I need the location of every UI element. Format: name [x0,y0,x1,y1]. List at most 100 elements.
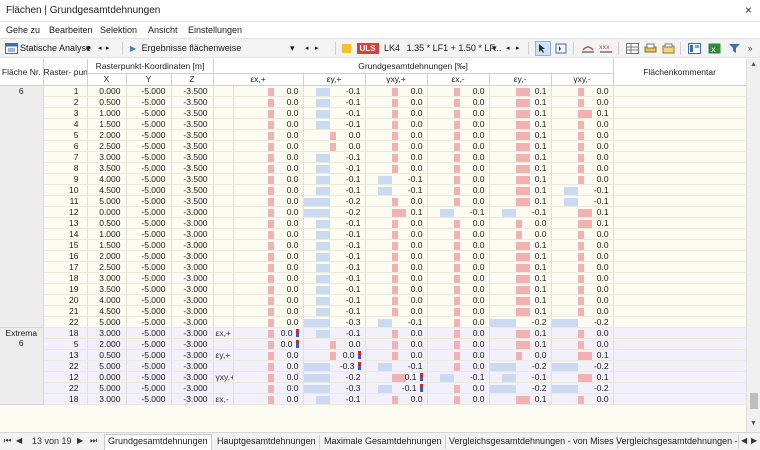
strain-value-cell[interactable]: 0.0 [365,250,428,262]
table-row[interactable]: 17 2.500 -5.000 -3.000 0.0 -0.1 0.0 0.0 0.1 0.0 [0,261,746,273]
col-header-gamma-xy-minus[interactable]: γxy,- [551,73,614,86]
strain-value-cell[interactable]: 0.0 [233,85,304,97]
strain-value-cell[interactable]: 0.0 [233,338,304,350]
coord-y-cell[interactable]: -5.000 [126,140,172,152]
strain-value-cell[interactable]: 0.0 [303,140,366,152]
strain-value-cell[interactable]: 0.0 [427,393,490,405]
coord-y-cell[interactable]: -5.000 [126,360,172,372]
table-row[interactable]: 10 4.500 -5.000 -3.500 0.0 -0.1 -0.1 0.0 0.1 -0.1 [0,184,746,196]
strain-value-cell[interactable]: 0.1 [551,206,614,218]
close-icon[interactable]: × [745,3,752,17]
grid-point-number-cell[interactable]: 18 [43,272,88,284]
coord-z-cell[interactable]: -3.000 [171,305,214,317]
extrema-group-cell[interactable]: Extrema 6 [0,327,44,405]
next-arrow-icon[interactable]: ▸ [315,41,319,56]
coord-z-cell[interactable]: -3.000 [171,327,214,339]
coord-y-cell[interactable]: -5.000 [126,250,172,262]
comment-cell[interactable] [613,239,746,251]
coord-z-cell[interactable]: -3.500 [171,195,214,207]
table-row[interactable]: 9 4.000 -5.000 -3.500 0.0 -0.1 -0.1 0.0 0.1 0.0 [0,173,746,185]
strain-value-cell[interactable]: 0.1 [489,184,552,196]
strain-value-cell[interactable]: 0.0 [303,129,366,141]
scroll-down-icon[interactable]: ▼ [750,420,757,427]
strain-value-cell[interactable]: 0.0 [233,228,304,240]
strain-value-cell[interactable]: 0.0 [233,294,304,306]
comment-cell[interactable] [613,173,746,185]
grid-point-number-cell[interactable]: 22 [43,360,88,372]
coord-x-cell[interactable]: 1.500 [87,118,127,130]
coord-y-cell[interactable]: -5.000 [126,294,172,306]
coord-y-cell[interactable]: -5.000 [126,316,172,328]
strain-value-cell[interactable]: 0.0 [365,261,428,273]
strain-value-cell[interactable]: 0.0 [551,173,614,185]
comment-cell[interactable] [613,228,746,240]
comment-cell[interactable] [613,85,746,97]
coord-y-cell[interactable]: -5.000 [126,129,172,141]
comment-cell[interactable] [613,360,746,372]
strain-value-cell[interactable]: 0.0 [365,195,428,207]
strain-value-cell[interactable]: 0.1 [489,327,552,339]
comment-cell[interactable] [613,327,746,339]
strain-value-cell[interactable]: 0.0 [365,107,428,119]
strain-value-cell[interactable]: 0.0 [233,118,304,130]
strain-value-cell[interactable]: 0.0 [233,371,304,383]
table-row[interactable]: 16 2.000 -5.000 -3.000 0.0 -0.1 0.0 0.0 0.1 0.0 [0,250,746,262]
strain-value-cell[interactable]: 0.0 [427,151,490,163]
table-row[interactable]: 4 1.500 -5.000 -3.500 0.0 -0.1 0.0 0.0 0.1 0.0 [0,118,746,130]
strain-value-cell[interactable]: 0.0 [233,305,304,317]
strain-value-cell[interactable]: -0.1 [365,173,428,185]
extreme-values-icon[interactable]: xxx [598,41,614,56]
strain-value-cell[interactable]: -0.1 [489,371,552,383]
prev-arrow-icon[interactable]: ◂ [98,41,102,56]
coord-y-cell[interactable]: -5.000 [126,371,172,383]
col-header-x[interactable]: X [87,73,127,86]
grid-point-number-cell[interactable]: 16 [43,250,88,262]
grid-point-number-cell[interactable]: 22 [43,316,88,328]
strain-value-cell[interactable]: 0.0 [365,272,428,284]
table-row[interactable]: 19 3.500 -5.000 -3.000 0.0 -0.1 0.0 0.0 0.1 0.0 [0,283,746,295]
grid-point-number-cell[interactable]: 13 [43,217,88,229]
strain-value-cell[interactable]: 0.1 [489,85,552,97]
strain-value-cell[interactable]: 0.0 [233,239,304,251]
strain-value-cell[interactable]: 0.0 [427,118,490,130]
tab-scroll-right-icon[interactable]: ▶ [751,436,757,445]
coord-x-cell[interactable]: 3.500 [87,283,127,295]
table-view-icon[interactable] [624,41,640,56]
strain-value-cell[interactable]: 0.1 [551,107,614,119]
strain-value-cell[interactable]: 0.0 [551,162,614,174]
first-page-icon[interactable]: ⏮ [4,436,11,446]
coord-y-cell[interactable]: -5.000 [126,393,172,405]
coord-z-cell[interactable]: -3.000 [171,393,214,405]
strain-value-cell[interactable]: 0.0 [365,162,428,174]
comment-cell[interactable] [613,261,746,273]
table-row[interactable]: 11 5.000 -5.000 -3.500 0.0 -0.2 0.0 0.0 0.1 -0.1 [0,195,746,207]
table-row[interactable]: 6 1 0.000 -5.000 -3.500 0.0 -0.1 0.0 0.0 0.1 0.0 [0,85,746,328]
strain-value-cell[interactable]: 0.0 [365,338,428,350]
strain-value-cell[interactable]: 0.0 [233,206,304,218]
next-arrow-icon[interactable]: ▸ [516,41,520,56]
strain-value-cell[interactable]: -0.1 [489,206,552,218]
strain-value-cell[interactable]: 0.0 [427,96,490,108]
strain-value-cell[interactable]: 0.1 [489,272,552,284]
strain-value-cell[interactable]: 0.1 [489,239,552,251]
scroll-up-icon[interactable]: ▲ [750,61,757,68]
coord-y-cell[interactable]: -5.000 [126,206,172,218]
strain-value-cell[interactable]: 0.0 [551,283,614,295]
strain-value-cell[interactable]: 0.1 [489,195,552,207]
strain-value-cell[interactable]: 0.1 [365,371,428,383]
strain-value-cell[interactable]: 0.0 [365,327,428,339]
extrema-row[interactable]: 22 5.000 -5.000 -3.000 0.0 -0.3 -0.1 0.0 -0.2 -0.… [0,382,746,394]
strain-value-cell[interactable]: 0.0 [551,305,614,317]
strain-value-cell[interactable]: -0.1 [303,162,366,174]
strain-value-cell[interactable]: 0.1 [489,305,552,317]
strain-value-cell[interactable]: -0.2 [489,360,552,372]
strain-value-cell[interactable]: 0.0 [365,228,428,240]
table-row[interactable]: 6 2.500 -5.000 -3.500 0.0 0.0 0.0 0.0 0.1 0.0 [0,140,746,152]
strain-value-cell[interactable]: 0.0 [233,140,304,152]
strain-value-cell[interactable]: -0.1 [303,151,366,163]
grid-point-number-cell[interactable]: 12 [43,206,88,218]
coord-x-cell[interactable]: 4.500 [87,305,127,317]
coord-z-cell[interactable]: -3.000 [171,371,214,383]
coord-y-cell[interactable]: -5.000 [126,173,172,185]
comment-cell[interactable] [613,162,746,174]
